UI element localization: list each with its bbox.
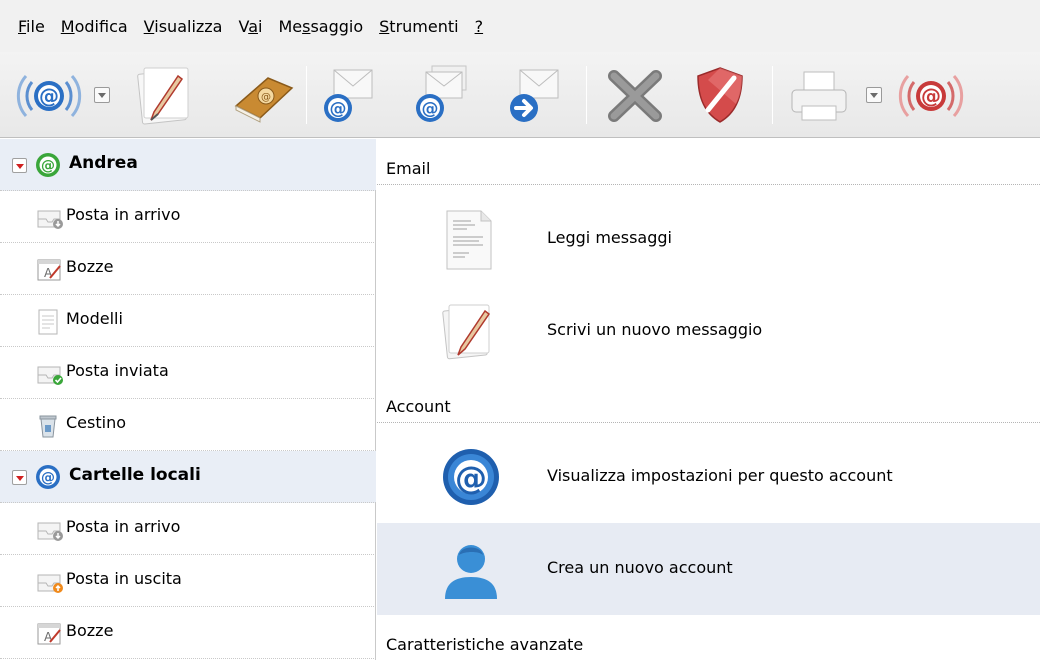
- address-book-button[interactable]: @: [228, 62, 298, 128]
- folder-outbox[interactable]: Posta in uscita: [0, 555, 376, 607]
- address-book-icon: @: [234, 77, 294, 123]
- account-andrea[interactable]: @ Andrea: [0, 139, 376, 191]
- write-message-action[interactable]: Scrivi un nuovo messaggio: [377, 285, 1040, 377]
- toolbar-separator: [586, 66, 587, 124]
- section-title: Account: [386, 397, 451, 416]
- section-title: Caratteristiche avanzate: [386, 635, 584, 654]
- svg-text:@: @: [261, 92, 271, 103]
- templates-icon: [38, 309, 58, 335]
- pencil-paper-icon: [442, 304, 491, 360]
- menu-modifica[interactable]: Modifica: [61, 17, 128, 36]
- folder-drafts[interactable]: A Bozze: [0, 243, 376, 295]
- section-advanced-features: Caratteristiche avanzate: [377, 615, 1040, 661]
- forward-button[interactable]: [504, 62, 564, 128]
- get-mail-button[interactable]: @: [14, 62, 84, 128]
- toolbar-separator: [306, 66, 307, 124]
- collapse-twisty[interactable]: [12, 158, 27, 173]
- green-at-icon: @: [36, 153, 60, 177]
- account-central-pane: Email Leggi messaggi Scrivi un nuovo mes…: [377, 139, 1040, 660]
- svg-text:A: A: [44, 630, 53, 644]
- svg-text:@: @: [921, 84, 941, 108]
- delete-x-icon: [608, 70, 662, 122]
- folder-label: Bozze: [66, 257, 114, 276]
- menu-help[interactable]: ?: [475, 17, 484, 36]
- inbox-icon: [37, 210, 63, 229]
- folder-trash[interactable]: Cestino: [0, 399, 376, 451]
- svg-text:@: @: [41, 158, 55, 174]
- collapse-twisty[interactable]: [12, 470, 27, 485]
- folder-templates[interactable]: Modelli: [0, 295, 376, 347]
- get-mail-dropdown[interactable]: [94, 87, 110, 103]
- action-label: Visualizza impostazioni per questo accou…: [547, 466, 893, 485]
- reply-all-button[interactable]: @: [410, 62, 470, 128]
- junk-button[interactable]: [688, 62, 752, 128]
- section-account: Account: [377, 377, 1040, 423]
- folder-label: Posta inviata: [66, 361, 169, 380]
- action-label: Leggi messaggi: [547, 228, 672, 247]
- sent-icon: [37, 366, 63, 385]
- blue-at-icon: @: [36, 465, 60, 489]
- folder-label: Posta in arrivo: [66, 205, 181, 224]
- user-icon: [445, 545, 497, 599]
- menu-visualizza[interactable]: Visualizza: [144, 17, 223, 36]
- svg-text:@: @: [455, 459, 487, 497]
- menu-strumenti[interactable]: Strumenti: [379, 17, 458, 36]
- folder-label: Posta in uscita: [66, 569, 182, 588]
- print-button[interactable]: [784, 62, 854, 128]
- account-name: Cartelle locali: [69, 465, 201, 485]
- folder-label: Cestino: [66, 413, 126, 432]
- stop-signal-icon: @: [898, 75, 964, 117]
- toolbar: @ @ @ @ @: [0, 52, 1040, 138]
- read-messages-action[interactable]: Leggi messaggi: [377, 193, 1040, 285]
- svg-text:A: A: [44, 266, 53, 280]
- svg-text:@: @: [39, 84, 59, 108]
- inbox-icon: [37, 522, 63, 541]
- delete-button[interactable]: [600, 62, 670, 128]
- account-name: Andrea: [69, 153, 138, 173]
- forward-envelope-icon: [510, 69, 559, 122]
- outbox-icon: [37, 574, 63, 593]
- svg-text:@: @: [422, 99, 439, 119]
- signal-at-icon: @: [16, 75, 82, 117]
- write-button[interactable]: [130, 62, 200, 128]
- action-label: Crea un nuovo account: [547, 558, 733, 577]
- blue-at-icon: @: [443, 449, 499, 505]
- menu-file[interactable]: File: [18, 17, 45, 36]
- folder-drafts[interactable]: A Bozze: [0, 607, 376, 659]
- reply-envelope-icon: @: [324, 69, 373, 122]
- folder-sent[interactable]: Posta inviata: [0, 347, 376, 399]
- drafts-icon: A: [37, 259, 61, 281]
- document-icon: [446, 210, 492, 270]
- section-title: Email: [386, 159, 431, 178]
- reply-button[interactable]: @: [318, 62, 378, 128]
- svg-text:@: @: [41, 470, 55, 486]
- folder-inbox[interactable]: Posta in arrivo: [0, 191, 376, 243]
- junk-shield-icon: [697, 67, 743, 123]
- menu-messaggio[interactable]: Messaggio: [278, 17, 363, 36]
- printer-icon: [791, 71, 847, 121]
- reply-all-envelope-icon: @: [416, 65, 467, 122]
- menu-vai[interactable]: Vai: [238, 17, 262, 36]
- create-account-action[interactable]: Crea un nuovo account: [377, 523, 1040, 615]
- folder-label: Modelli: [66, 309, 123, 328]
- trash-icon: [39, 415, 57, 438]
- stop-button[interactable]: @: [896, 62, 966, 128]
- view-account-settings-action[interactable]: @ Visualizza impostazioni per questo acc…: [377, 431, 1040, 523]
- folder-label: Bozze: [66, 621, 114, 640]
- menubar: File Modifica Visualizza Vai Messaggio S…: [0, 0, 1040, 52]
- action-label: Scrivi un nuovo messaggio: [547, 320, 763, 339]
- account-local-folders[interactable]: @ Cartelle locali: [0, 451, 376, 503]
- toolbar-separator: [772, 66, 773, 124]
- print-dropdown[interactable]: [866, 87, 882, 103]
- folder-label: Posta in arrivo: [66, 517, 181, 536]
- folder-pane: @ Andrea Posta in arrivo A Bozze Modelli: [0, 139, 376, 660]
- section-email: Email: [377, 139, 1040, 185]
- folder-inbox[interactable]: Posta in arrivo: [0, 503, 376, 555]
- pencil-paper-icon: [137, 67, 189, 125]
- svg-text:@: @: [330, 99, 347, 119]
- drafts-icon: A: [37, 623, 61, 645]
